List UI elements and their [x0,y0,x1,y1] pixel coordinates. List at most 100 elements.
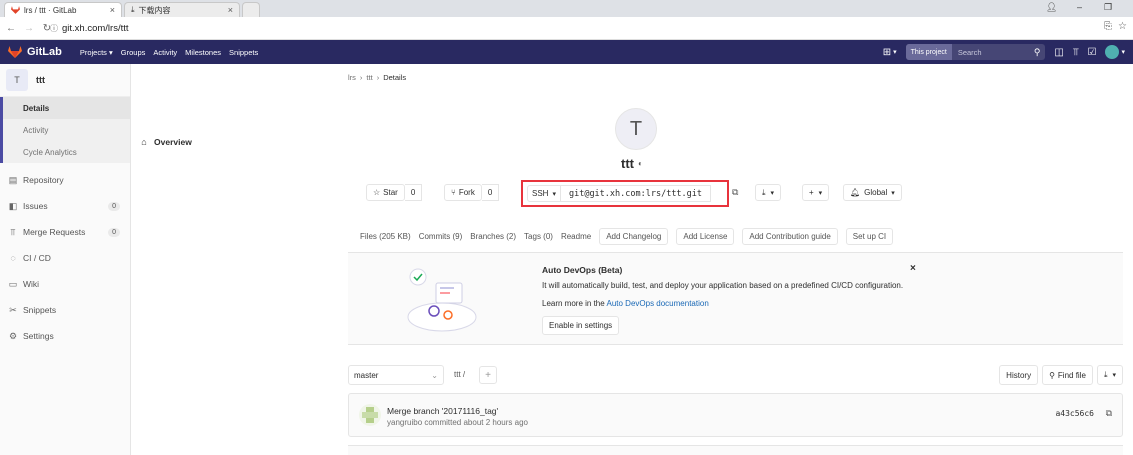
sidebar-item-ci-cd[interactable]: ◌ CI / CD [0,245,130,271]
history-button[interactable]: History [999,365,1039,385]
minimize-icon[interactable]: – [1077,2,1082,12]
sidebar-item-repository[interactable]: ▤ Repository [0,167,130,193]
new-tab-button[interactable] [242,2,260,17]
user-menu[interactable]: ▾ [1105,45,1125,59]
add-file-button[interactable]: + [479,366,497,384]
translate-icon[interactable]: ⎘ [1104,21,1112,32]
nav-groups[interactable]: Groups [121,48,146,57]
gitlab-favicon-icon [11,6,20,14]
commit-sha[interactable]: a43c56c6 [1055,409,1094,418]
download-dropdown-button[interactable]: ⤓ ▾ [1096,365,1123,385]
tree-path[interactable]: ttt / [454,370,465,379]
sidebar-item-settings[interactable]: ⚙ Settings [0,323,130,349]
bookmark-star-icon[interactable]: ☆ [1118,21,1127,32]
clone-protocol-dropdown[interactable]: SSH ▾ [527,185,561,202]
stat-files[interactable]: Files (205 KB) [360,232,411,241]
breadcrumb-item-project[interactable]: ttt [366,73,372,82]
nav-activity[interactable]: Activity [153,48,177,57]
add-dropdown-button[interactable]: + ▾ [802,184,830,201]
project-title-text: ttt [621,156,634,171]
sidebar-item-label: Repository [23,175,64,185]
avatar[interactable] [359,404,381,426]
sidebar-project-name: ttt [36,75,45,85]
restore-icon[interactable]: ❐ [1104,2,1112,13]
close-icon[interactable]: × [910,263,916,274]
download-group: ⤓ ▾ [755,184,782,201]
browser-tab-gitlab[interactable]: lrs / ttt · GitLab × [4,2,122,17]
find-file-button[interactable]: ⚲ Find file [1042,365,1093,385]
sidebar-item-issues[interactable]: ◧ Issues 0 [0,193,130,219]
latest-commit: Merge branch '20171116_tag' yangruibo co… [348,393,1123,437]
chevron-right-icon: › [376,73,380,82]
copy-icon[interactable]: ⧉ [732,187,738,198]
devops-description: It will automatically build, test, and d… [542,281,904,290]
chevron-down-icon: ▾ [1121,49,1125,56]
info-icon[interactable]: ⓘ [50,23,58,34]
fork-count[interactable]: 0 [481,184,500,201]
chevron-down-icon: ▾ [770,189,775,197]
stat-branches[interactable]: Branches (2) [470,232,516,241]
star-button[interactable]: ☆ Star [366,184,405,201]
sidebar-subitem-details[interactable]: Details [3,97,130,119]
search-bar[interactable]: This project Search ⚲ [905,44,1046,60]
stat-commits[interactable]: Commits (9) [419,232,463,241]
browser-address-bar: ← → ↻ ⓘ git.xh.com/lrs/ttt ⎘ ☆ [0,17,1133,40]
gitlab-logo[interactable]: GitLab [8,46,62,58]
download-dropdown-button[interactable]: ⤓ ▾ [755,184,782,201]
commit-title[interactable]: Merge branch '20171116_tag' [387,406,498,416]
browser-tab-downloads[interactable]: ⤓ 下载内容 × [124,2,240,17]
sidebar-subitem-activity[interactable]: Activity [3,119,130,141]
project-avatar-large: T [615,108,657,150]
commit-meta: yangruibo committed about 2 hours ago [387,418,528,427]
sidebar-project-header[interactable]: T ttt [0,64,130,97]
plus-icon: + [809,188,814,197]
new-dropdown-button[interactable]: ⊞ ▾ [883,47,897,58]
notification-dropdown-button[interactable]: 🔔︎ Global ▾ [843,184,902,201]
todos-panel-icon[interactable]: ◫ [1054,47,1063,58]
sidebar-item-label: CI / CD [23,253,51,263]
chevron-right-icon: › [359,73,363,82]
scissors-icon: ✂ [9,304,17,315]
stat-tags[interactable]: Tags (0) [524,232,553,241]
sidebar-item-label: Wiki [23,279,40,289]
enable-in-settings-button[interactable]: Enable in settings [542,316,620,335]
merge-request-icon[interactable]: ⫪ [1073,47,1079,58]
add-contribution-guide-button[interactable]: Add Contribution guide [742,228,838,245]
add-license-button[interactable]: Add License [676,228,735,245]
copy-icon[interactable]: ⧉ [1106,408,1112,419]
search-input[interactable]: Search [952,48,1034,57]
back-icon[interactable]: ← [4,23,18,34]
sidebar-item-merge-requests[interactable]: ⫪ Merge Requests 0 [0,219,130,245]
star-icon: ☆ [373,188,381,197]
todo-check-icon[interactable]: ☑ [1088,47,1097,58]
stat-readme[interactable]: Readme [561,232,591,241]
sidebar-item-label: Merge Requests [23,227,86,237]
branch-select[interactable]: master ⌄ [348,365,444,385]
star-count[interactable]: 0 [404,184,423,201]
clone-url-input[interactable]: git@git.xh.com:lrs/ttt.git [560,185,711,202]
sidebar-item-snippets[interactable]: ✂ Snippets [0,297,130,323]
nav-projects[interactable]: Projects ▾ [80,48,113,57]
url-field[interactable]: ⓘ git.xh.com/lrs/ttt [50,20,1090,36]
browser-tabstrip: lrs / ttt · GitLab × ⤓ 下载内容 × 👤︎ – ❐ [0,0,1133,17]
devops-illustration-icon [407,268,477,332]
star-label: Star [383,188,398,197]
devops-docs-link[interactable]: Auto DevOps documentation [606,299,708,308]
user-icon[interactable]: 👤︎ [1046,2,1057,13]
close-icon[interactable]: × [228,5,233,15]
sidebar-item-wiki[interactable]: ▭ Wiki [0,271,130,297]
issues-icon: ◧ [8,200,18,211]
forward-icon[interactable]: → [22,23,36,34]
sidebar-item-label: Settings [23,331,54,341]
project-sidebar: T ttt ⌂ Overview Details Activity Cycle … [0,64,192,455]
sidebar-item-label: Issues [23,201,48,211]
nav-milestones[interactable]: Milestones [185,48,221,57]
close-icon[interactable]: × [110,5,115,15]
set-up-ci-button[interactable]: Set up CI [845,228,894,245]
merge-requests-count-badge: 0 [108,227,120,237]
nav-snippets[interactable]: Snippets [229,48,258,57]
add-changelog-button[interactable]: Add Changelog [599,228,669,245]
breadcrumb-item-group[interactable]: lrs [348,73,356,82]
sidebar-subitem-cycle-analytics[interactable]: Cycle Analytics [3,141,130,163]
fork-button[interactable]: ⑂ Fork [444,184,482,201]
